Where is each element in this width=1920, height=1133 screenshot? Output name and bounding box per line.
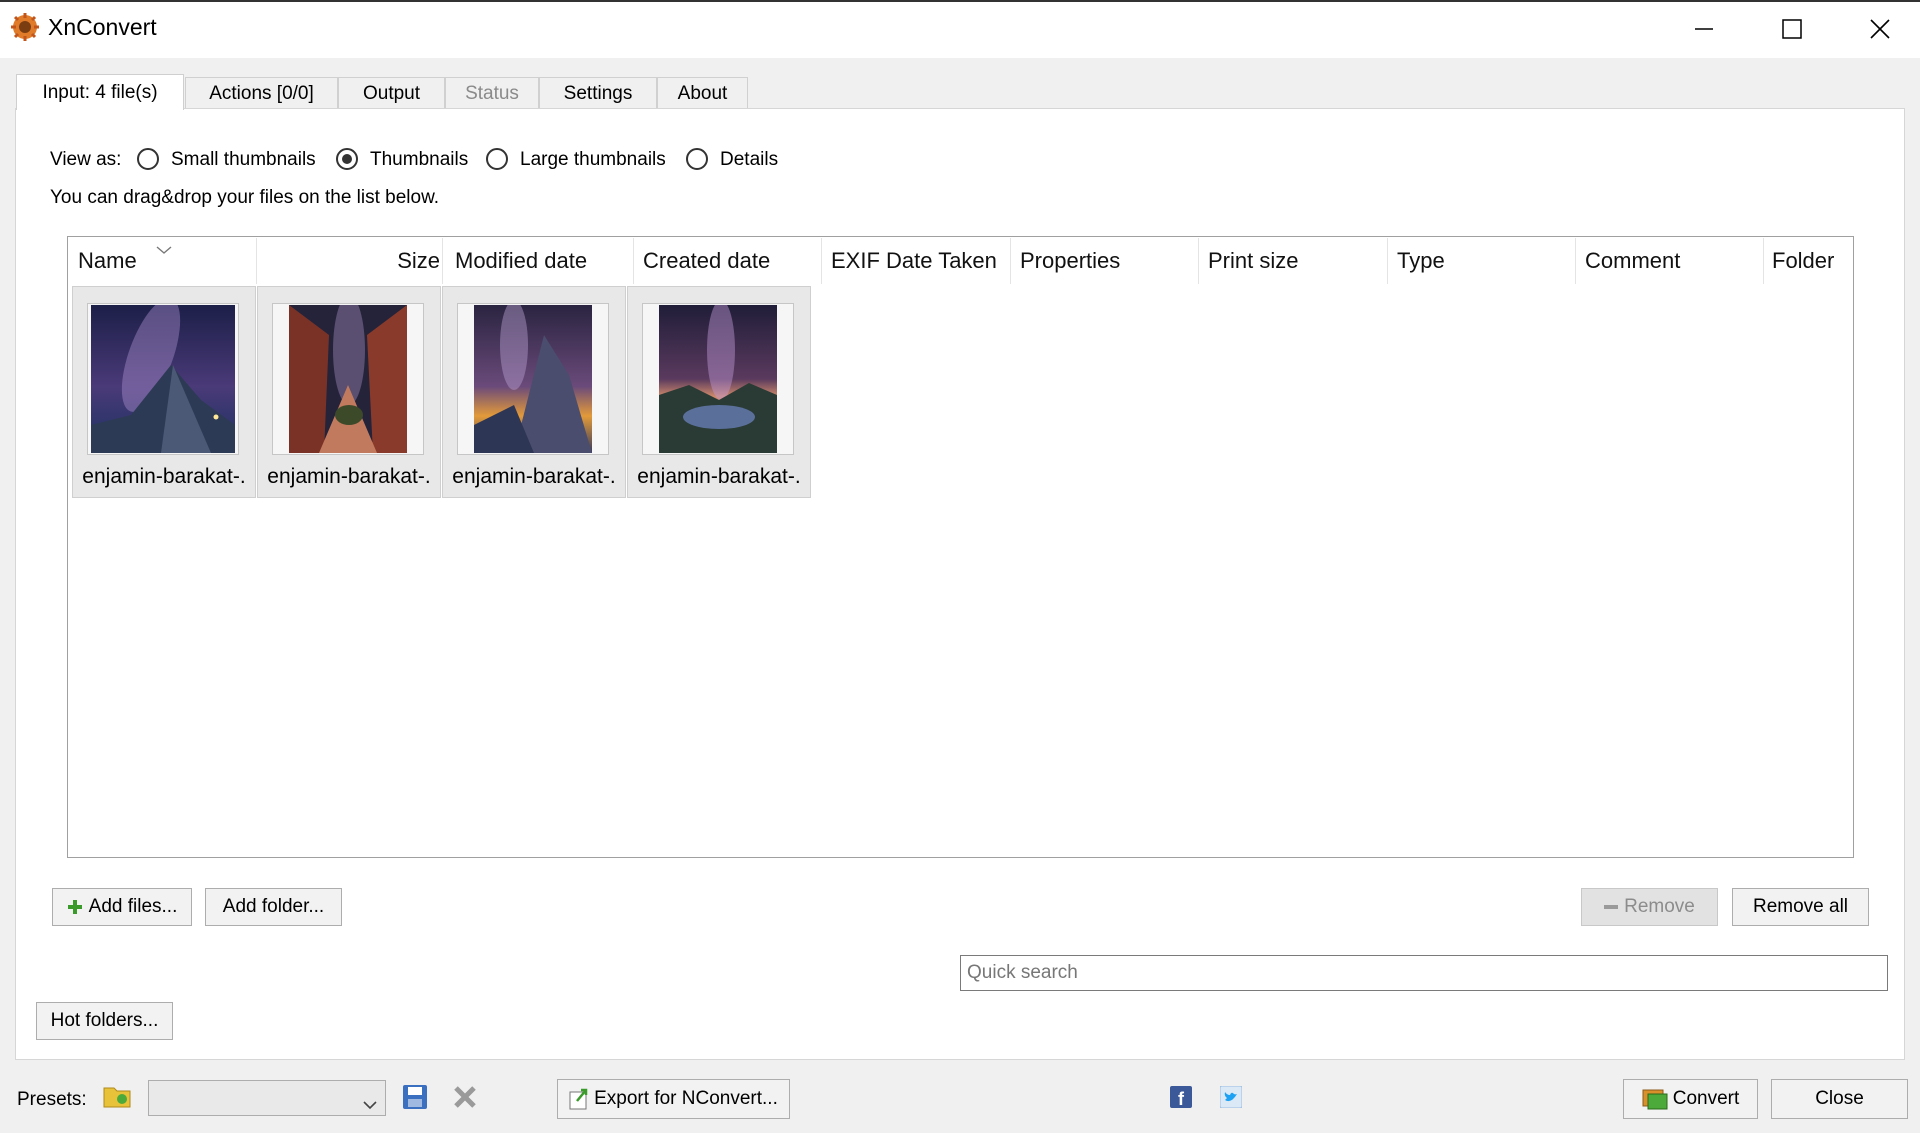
export-icon [569,1088,589,1110]
presets-dropdown[interactable] [148,1080,386,1116]
thumbnail-image [474,305,592,453]
file-thumbnail-item[interactable]: enjamin-barakat-. [627,286,811,498]
add-folder-label: Add folder... [222,896,325,917]
radio-label-small-thumbnails: Small thumbnails [171,149,316,170]
thumbnail-filename: enjamin-barakat-. [267,465,431,488]
maximize-button[interactable] [1748,4,1836,54]
minimize-button[interactable] [1660,4,1748,54]
plus-icon [67,899,83,915]
remove-all-label: Remove all [1752,896,1849,917]
dropdown-arrow-icon [363,1093,377,1116]
view-as-label: View as: [50,149,122,170]
export-nconvert-button[interactable]: Export for NConvert... [557,1079,790,1119]
thumbnail-filename: enjamin-barakat-. [82,465,246,488]
add-folder-button[interactable]: Add folder... [205,888,342,926]
add-files-button[interactable]: Add files... [52,888,192,926]
radio-large-thumbnails[interactable] [486,148,508,170]
title-bar [0,0,1920,58]
tab-actions[interactable]: Actions [0/0] [185,77,338,109]
column-comment-label: Comment [1585,248,1681,273]
column-header-properties[interactable]: Properties [1011,238,1199,284]
remove-label: Remove [1624,896,1695,917]
column-size-label: Size [397,248,440,273]
thumbnail-frame [87,303,239,455]
radio-small-thumbnails[interactable] [137,148,159,170]
radio-label-large-thumbnails: Large thumbnails [520,149,666,170]
presets-label: Presets: [17,1089,87,1110]
column-type-label: Type [1397,248,1445,273]
tab-about[interactable]: About [657,77,748,109]
app-logo-icon [10,12,40,42]
thumbnail-image [91,305,235,453]
minus-icon [1604,903,1619,911]
folder-icon[interactable] [102,1082,132,1116]
file-thumbnail-item[interactable]: enjamin-barakat-. [442,286,626,498]
column-header-modified-date[interactable]: Modified date [443,238,634,284]
column-header-folder[interactable]: Folder [1764,238,1852,284]
tab-input[interactable]: Input: 4 file(s) [16,74,184,110]
convert-icon [1642,1088,1668,1110]
tab-settings[interactable]: Settings [539,77,657,109]
column-header-comment[interactable]: Comment [1576,238,1764,284]
convert-button[interactable]: Convert [1623,1079,1758,1119]
delete-icon[interactable] [452,1084,478,1116]
column-header-exif-date[interactable]: EXIF Date Taken [822,238,1011,284]
column-print-size-label: Print size [1208,248,1299,273]
hot-folders-label: Hot folders... [50,1010,159,1031]
svg-text:f: f [1178,1089,1185,1108]
column-exif-label: EXIF Date Taken [831,248,997,273]
close-window-icon [1870,19,1890,39]
file-thumbnail-item[interactable]: enjamin-barakat-. [72,286,256,498]
quick-search-input[interactable] [960,955,1888,991]
minimize-icon [1695,20,1713,38]
remove-all-button[interactable]: Remove all [1732,888,1869,926]
tab-status[interactable]: Status [445,77,539,109]
radio-details[interactable] [686,148,708,170]
thumbnail-frame [642,303,794,455]
thumbnail-filename: enjamin-barakat-. [452,465,616,488]
thumbnail-image [289,305,407,453]
column-header-created-date[interactable]: Created date [634,238,822,284]
drag-drop-hint: You can drag&drop your files on the list… [50,187,440,208]
column-folder-label: Folder [1772,248,1835,273]
window-title: XnConvert [48,14,157,40]
radio-thumbnails[interactable] [336,148,358,170]
remove-button[interactable]: Remove [1581,888,1718,926]
close-button[interactable]: Close [1771,1079,1908,1119]
facebook-icon[interactable]: f [1170,1086,1192,1114]
column-header-size[interactable]: Size [257,238,443,284]
thumbnail-filename: enjamin-barakat-. [637,465,801,488]
save-icon[interactable] [402,1084,428,1116]
radio-label-thumbnails: Thumbnails [370,149,469,170]
tab-output[interactable]: Output [338,77,445,109]
close-window-button[interactable] [1836,4,1920,54]
maximize-icon [1782,19,1802,39]
thumbnail-image [659,305,777,453]
radio-label-details: Details [720,149,779,170]
file-thumbnail-item[interactable]: enjamin-barakat-. [257,286,441,498]
close-label: Close [1815,1088,1864,1109]
sort-arrow-icon [156,238,172,261]
thumbnail-frame [272,303,424,455]
convert-label: Convert [1672,1088,1740,1109]
add-files-label: Add files... [88,896,178,917]
column-name-label: Name [78,248,137,273]
column-properties-label: Properties [1020,248,1121,273]
thumbnail-frame [457,303,609,455]
column-created-label: Created date [643,248,771,273]
column-header-type[interactable]: Type [1388,238,1576,284]
column-modified-label: Modified date [455,248,588,273]
column-header-print-size[interactable]: Print size [1199,238,1388,284]
twitter-icon[interactable] [1219,1085,1243,1114]
hot-folders-button[interactable]: Hot folders... [36,1002,173,1040]
export-label: Export for NConvert... [594,1088,778,1109]
